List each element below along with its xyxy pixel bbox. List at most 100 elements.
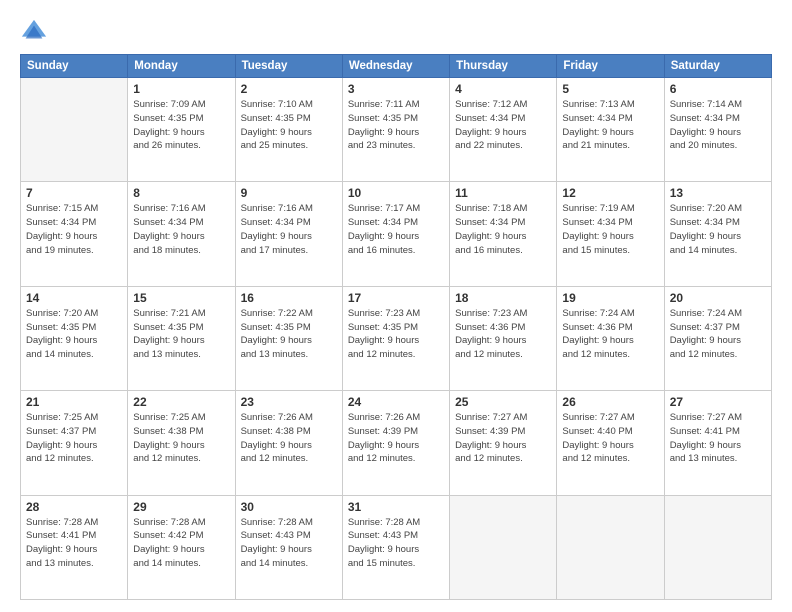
top-section <box>20 18 772 46</box>
calendar-cell: 20 Sunrise: 7:24 AM Sunset: 4:37 PM Dayli… <box>664 286 771 390</box>
calendar-cell: 29Sunrise: 7:28 AM Sunset: 4:42 PM Dayli… <box>128 495 235 599</box>
calendar-cell: 23 Sunrise: 7:26 AM Sunset: 4:38 PM Dayli… <box>235 391 342 495</box>
day-info: Sunrise: 7:28 AM Sunset: 4:43 PM Dayligh… <box>241 516 337 571</box>
weekday-header-saturday: Saturday <box>664 55 771 78</box>
day-info: Sunrise: 7:16 AM Sunset: 4:34 PM Dayligh… <box>241 202 337 257</box>
page: SundayMondayTuesdayWednesdayThursdayFrid… <box>0 0 792 612</box>
day-info: Sunrise: 7:26 AM Sunset: 4:38 PM Dayligh… <box>241 411 337 466</box>
day-number: 19 <box>562 291 658 305</box>
calendar-cell: 10Sunrise: 7:17 AM Sunset: 4:34 PM Dayli… <box>342 182 449 286</box>
day-info: Sunrise: 7:28 AM Sunset: 4:43 PM Dayligh… <box>348 516 444 571</box>
calendar-cell: 26 Sunrise: 7:27 AM Sunset: 4:40 PM Dayli… <box>557 391 664 495</box>
day-number: 2 <box>241 82 337 96</box>
day-number: 3 <box>348 82 444 96</box>
day-number: 8 <box>133 186 229 200</box>
calendar-cell: 6 Sunrise: 7:14 AM Sunset: 4:34 PM Daylig… <box>664 78 771 182</box>
day-number: 27 <box>670 395 766 409</box>
weekday-header-monday: Monday <box>128 55 235 78</box>
day-info: Sunrise: 7:15 AM Sunset: 4:34 PM Dayligh… <box>26 202 122 257</box>
day-info: Sunrise: 7:24 AM Sunset: 4:37 PM Dayligh… <box>670 307 766 362</box>
day-number: 6 <box>670 82 766 96</box>
day-number: 23 <box>241 395 337 409</box>
calendar-cell: 28 Sunrise: 7:28 AM Sunset: 4:41 PM Dayli… <box>21 495 128 599</box>
calendar-cell: 30 Sunrise: 7:28 AM Sunset: 4:43 PM Dayli… <box>235 495 342 599</box>
calendar-cell: 14Sunrise: 7:20 AM Sunset: 4:35 PM Dayli… <box>21 286 128 390</box>
calendar-week-row: 14Sunrise: 7:20 AM Sunset: 4:35 PM Dayli… <box>21 286 772 390</box>
calendar-cell: 15 Sunrise: 7:21 AM Sunset: 4:35 PM Dayli… <box>128 286 235 390</box>
day-info: Sunrise: 7:20 AM Sunset: 4:35 PM Dayligh… <box>26 307 122 362</box>
day-number: 22 <box>133 395 229 409</box>
day-info: Sunrise: 7:28 AM Sunset: 4:41 PM Dayligh… <box>26 516 122 571</box>
calendar-cell <box>664 495 771 599</box>
calendar-cell: 18Sunrise: 7:23 AM Sunset: 4:36 PM Dayli… <box>450 286 557 390</box>
day-info: Sunrise: 7:23 AM Sunset: 4:36 PM Dayligh… <box>455 307 551 362</box>
day-info: Sunrise: 7:24 AM Sunset: 4:36 PM Dayligh… <box>562 307 658 362</box>
day-number: 11 <box>455 186 551 200</box>
calendar-cell: 22Sunrise: 7:25 AM Sunset: 4:38 PM Dayli… <box>128 391 235 495</box>
calendar-cell: 27 Sunrise: 7:27 AM Sunset: 4:41 PM Dayli… <box>664 391 771 495</box>
calendar-table: SundayMondayTuesdayWednesdayThursdayFrid… <box>20 54 772 600</box>
day-number: 30 <box>241 500 337 514</box>
day-info: Sunrise: 7:11 AM Sunset: 4:35 PM Dayligh… <box>348 98 444 153</box>
calendar-cell: 19 Sunrise: 7:24 AM Sunset: 4:36 PM Dayli… <box>557 286 664 390</box>
day-number: 21 <box>26 395 122 409</box>
day-info: Sunrise: 7:27 AM Sunset: 4:40 PM Dayligh… <box>562 411 658 466</box>
day-number: 12 <box>562 186 658 200</box>
day-number: 13 <box>670 186 766 200</box>
calendar-cell: 8 Sunrise: 7:16 AM Sunset: 4:34 PM Daylig… <box>128 182 235 286</box>
calendar-cell: 3 Sunrise: 7:11 AM Sunset: 4:35 PM Daylig… <box>342 78 449 182</box>
day-info: Sunrise: 7:19 AM Sunset: 4:34 PM Dayligh… <box>562 202 658 257</box>
day-info: Sunrise: 7:22 AM Sunset: 4:35 PM Dayligh… <box>241 307 337 362</box>
day-number: 29 <box>133 500 229 514</box>
calendar-cell: 12 Sunrise: 7:19 AM Sunset: 4:34 PM Dayli… <box>557 182 664 286</box>
weekday-header-friday: Friday <box>557 55 664 78</box>
weekday-header-wednesday: Wednesday <box>342 55 449 78</box>
day-info: Sunrise: 7:17 AM Sunset: 4:34 PM Dayligh… <box>348 202 444 257</box>
weekday-header-tuesday: Tuesday <box>235 55 342 78</box>
weekday-header-row: SundayMondayTuesdayWednesdayThursdayFrid… <box>21 55 772 78</box>
day-info: Sunrise: 7:20 AM Sunset: 4:34 PM Dayligh… <box>670 202 766 257</box>
day-number: 7 <box>26 186 122 200</box>
calendar-cell: 31 Sunrise: 7:28 AM Sunset: 4:43 PM Dayli… <box>342 495 449 599</box>
calendar-week-row: 7 Sunrise: 7:15 AM Sunset: 4:34 PM Daylig… <box>21 182 772 286</box>
day-number: 24 <box>348 395 444 409</box>
calendar-cell <box>21 78 128 182</box>
day-info: Sunrise: 7:26 AM Sunset: 4:39 PM Dayligh… <box>348 411 444 466</box>
calendar-cell: 2 Sunrise: 7:10 AM Sunset: 4:35 PM Daylig… <box>235 78 342 182</box>
calendar-week-row: 1Sunrise: 7:09 AM Sunset: 4:35 PM Daylig… <box>21 78 772 182</box>
calendar-week-row: 28 Sunrise: 7:28 AM Sunset: 4:41 PM Dayli… <box>21 495 772 599</box>
logo-icon <box>20 18 48 46</box>
calendar-cell: 5Sunrise: 7:13 AM Sunset: 4:34 PM Daylig… <box>557 78 664 182</box>
day-number: 31 <box>348 500 444 514</box>
day-number: 26 <box>562 395 658 409</box>
calendar-cell: 13 Sunrise: 7:20 AM Sunset: 4:34 PM Dayli… <box>664 182 771 286</box>
day-info: Sunrise: 7:27 AM Sunset: 4:39 PM Dayligh… <box>455 411 551 466</box>
day-number: 20 <box>670 291 766 305</box>
day-number: 17 <box>348 291 444 305</box>
day-info: Sunrise: 7:10 AM Sunset: 4:35 PM Dayligh… <box>241 98 337 153</box>
day-info: Sunrise: 7:27 AM Sunset: 4:41 PM Dayligh… <box>670 411 766 466</box>
day-number: 28 <box>26 500 122 514</box>
day-info: Sunrise: 7:12 AM Sunset: 4:34 PM Dayligh… <box>455 98 551 153</box>
day-number: 15 <box>133 291 229 305</box>
day-info: Sunrise: 7:16 AM Sunset: 4:34 PM Dayligh… <box>133 202 229 257</box>
day-info: Sunrise: 7:25 AM Sunset: 4:37 PM Dayligh… <box>26 411 122 466</box>
day-number: 25 <box>455 395 551 409</box>
calendar-cell <box>557 495 664 599</box>
logo <box>20 18 52 46</box>
day-info: Sunrise: 7:18 AM Sunset: 4:34 PM Dayligh… <box>455 202 551 257</box>
calendar-cell <box>450 495 557 599</box>
calendar-cell: 21 Sunrise: 7:25 AM Sunset: 4:37 PM Dayli… <box>21 391 128 495</box>
day-info: Sunrise: 7:14 AM Sunset: 4:34 PM Dayligh… <box>670 98 766 153</box>
calendar-cell: 7 Sunrise: 7:15 AM Sunset: 4:34 PM Daylig… <box>21 182 128 286</box>
calendar-week-row: 21 Sunrise: 7:25 AM Sunset: 4:37 PM Dayli… <box>21 391 772 495</box>
calendar-cell: 25 Sunrise: 7:27 AM Sunset: 4:39 PM Dayli… <box>450 391 557 495</box>
day-number: 9 <box>241 186 337 200</box>
day-number: 1 <box>133 82 229 96</box>
calendar-cell: 1Sunrise: 7:09 AM Sunset: 4:35 PM Daylig… <box>128 78 235 182</box>
day-number: 16 <box>241 291 337 305</box>
day-info: Sunrise: 7:21 AM Sunset: 4:35 PM Dayligh… <box>133 307 229 362</box>
day-number: 5 <box>562 82 658 96</box>
calendar-cell: 11 Sunrise: 7:18 AM Sunset: 4:34 PM Dayli… <box>450 182 557 286</box>
calendar-cell: 9 Sunrise: 7:16 AM Sunset: 4:34 PM Daylig… <box>235 182 342 286</box>
